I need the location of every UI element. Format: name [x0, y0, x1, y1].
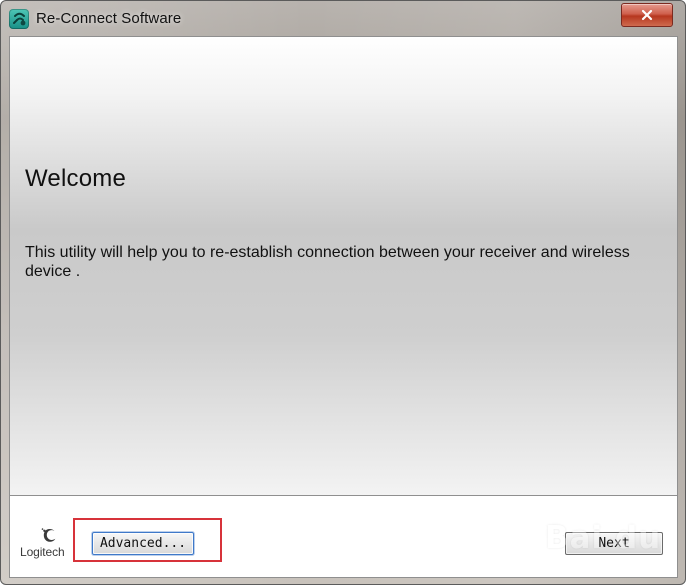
logitech-logo: Logitech	[20, 527, 80, 563]
page-title: Welcome	[25, 165, 126, 192]
logitech-brand: Logitech	[20, 545, 65, 559]
logitech-logo-icon	[41, 528, 56, 542]
next-button[interactable]: Next	[565, 532, 663, 555]
advanced-button[interactable]: Advanced...	[92, 532, 194, 555]
close-icon	[641, 9, 653, 21]
title-bar: Re-Connect Software	[1, 1, 685, 35]
page-description: This utility will help you to re-establi…	[25, 244, 630, 280]
close-button[interactable]	[621, 3, 673, 27]
main-content: Welcome This utility will help you to re…	[9, 36, 678, 496]
window-title: Re-Connect Software	[36, 10, 182, 27]
reconnect-window: Re-Connect Software Welcome This utility…	[0, 0, 686, 585]
reconnect-app-icon	[9, 9, 29, 29]
